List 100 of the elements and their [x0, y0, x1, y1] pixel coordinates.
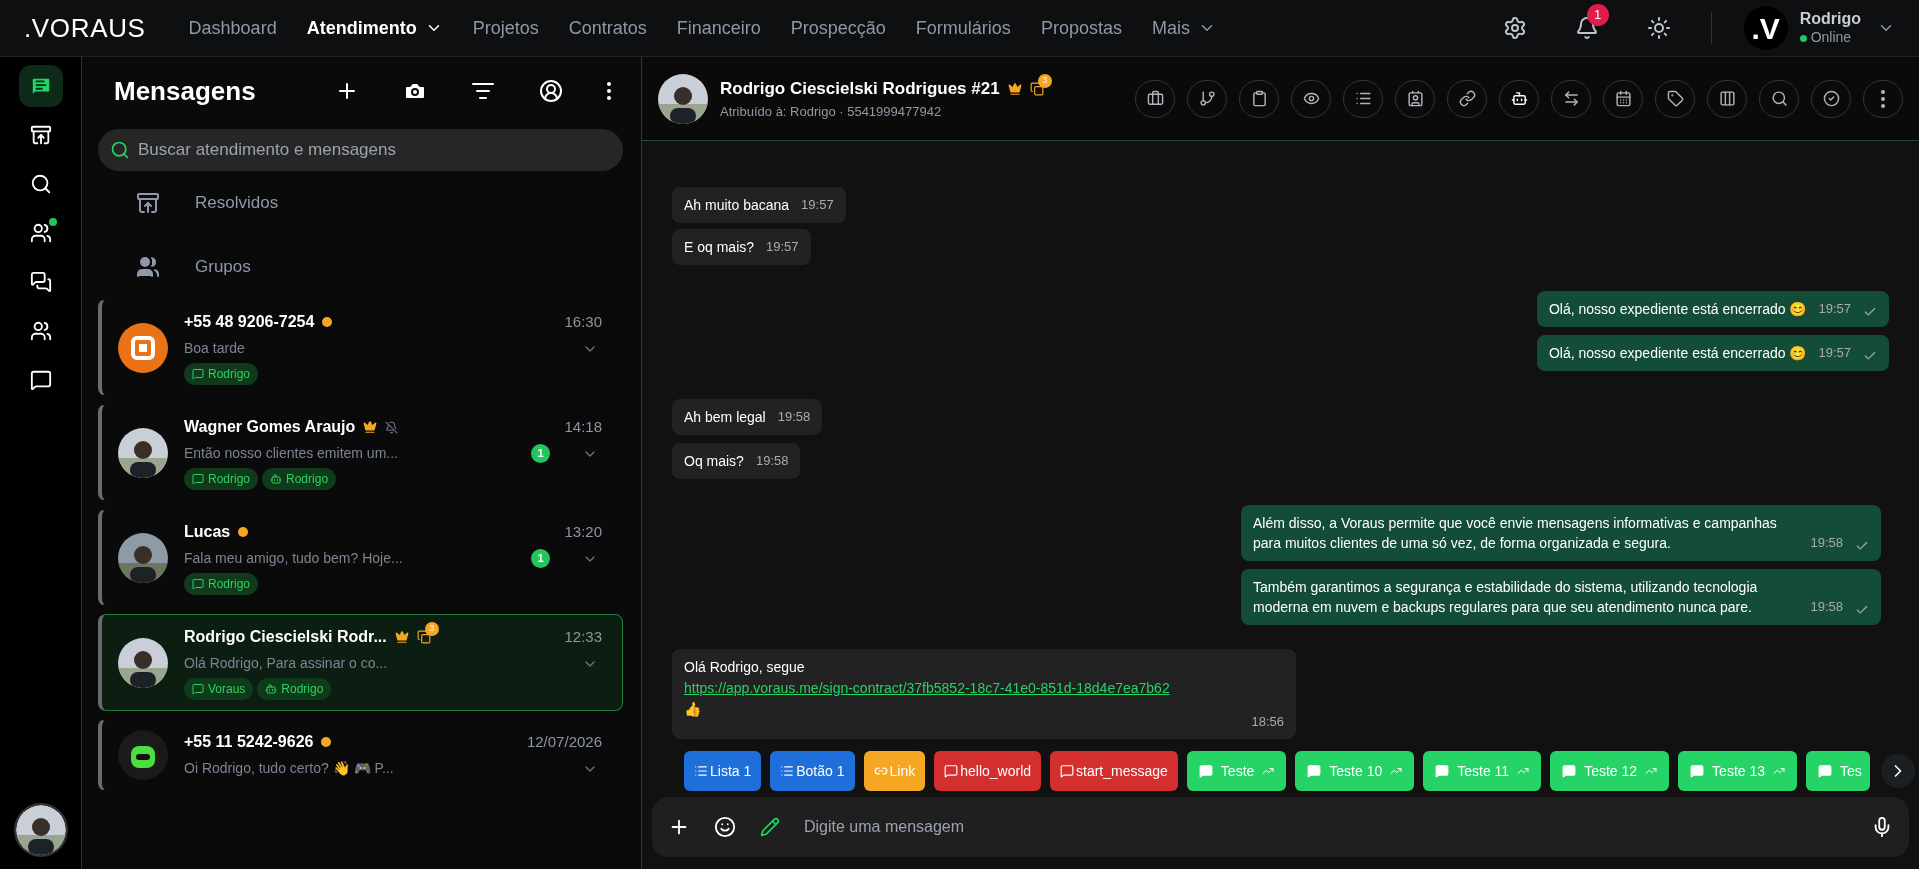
unread-badge: 1 — [531, 549, 550, 568]
archive-icon — [136, 191, 160, 215]
message-icon — [1307, 764, 1322, 778]
people-icon — [136, 255, 160, 279]
conversation-time: 13:20 — [564, 521, 602, 542]
conversation-time: 14:18 — [564, 416, 602, 437]
quick-reply-button[interactable]: start_message — [1050, 751, 1178, 791]
nav-link[interactable]: Formulários — [900, 14, 1026, 42]
message-field[interactable]: Digite uma mensagem — [652, 797, 1909, 857]
message-time: 19:57 — [766, 238, 799, 256]
message-time: 19:57 — [1818, 344, 1851, 362]
nav-link[interactable]: Contratos — [553, 14, 662, 42]
files-icon — [416, 630, 431, 644]
profile-icon[interactable] — [539, 79, 563, 103]
message-text: Também garantimos a segurança e estabilidade do sistema, utilizando tecnologia moderna em nuvem e backups regulares para que seu atendimento nunca pare. — [1253, 577, 1759, 617]
user-status: Online — [1810, 29, 1852, 47]
tag-icon — [1666, 90, 1684, 107]
conversation-item[interactable]: +55 48 9206-7254 16:30 Boa tarde Rodrigo — [98, 299, 623, 396]
folder-item[interactable]: Grupos — [98, 235, 623, 299]
transfer-icon — [1562, 90, 1580, 107]
nav-link[interactable]: Atendimento — [291, 14, 458, 42]
folder-item[interactable]: Resolvidos — [98, 171, 623, 235]
trend-icon — [1773, 765, 1786, 777]
trend-icon — [1517, 765, 1530, 777]
unread-badge: 1 — [531, 444, 550, 463]
people-icon — [29, 222, 52, 244]
contact-name: Rodrigo Ciescielski Rodrigues #21 — [720, 78, 1000, 100]
message-text: Olá, nosso expediente está encerrado 😊 — [1548, 299, 1807, 319]
message-time: 19:58 — [1810, 534, 1843, 552]
message-text: Olá Rodrigo, segue — [684, 657, 806, 677]
message-time: 19:58 — [777, 408, 811, 426]
conversation-time: 12/07/2026 — [526, 731, 602, 752]
list-icon — [780, 764, 795, 778]
message-input[interactable]: Digite uma mensagem — [804, 815, 1847, 839]
message-time: 19:58 — [1810, 598, 1843, 616]
crown-icon — [1007, 81, 1022, 96]
robot-icon — [1510, 90, 1528, 107]
conversation-item[interactable]: Wagner Gomes Araujo 14:18 Então nosso clientes emitem um... 1 Rodrigo Rodrigo — [98, 404, 623, 501]
columns-icon — [1718, 90, 1736, 107]
message-icon — [1562, 764, 1577, 778]
branch-icon — [1198, 90, 1216, 107]
channel-tag: Rodrigo — [184, 468, 259, 490]
message-text: Oq mais? — [684, 451, 744, 471]
logo[interactable]: .VORAUS — [24, 8, 146, 48]
more-icon[interactable] — [607, 82, 611, 100]
emoji-icon[interactable] — [714, 816, 736, 838]
calendar-icon — [1614, 90, 1632, 107]
conversation-item[interactable]: Lucas 13:20 Fala meu amigo, tudo bem? Hoje... 1 Rodrigo — [98, 509, 623, 606]
contact-name: +55 48 9206-7254 — [184, 312, 315, 332]
chats-icon — [29, 271, 52, 293]
nav-link[interactable]: Dashboard — [173, 14, 292, 42]
user-avatar[interactable]: .V — [1743, 6, 1788, 50]
rail-button[interactable] — [18, 65, 63, 107]
search-input[interactable]: Buscar atendimento e mensagens — [138, 137, 611, 163]
notification-badge: 1 — [1586, 4, 1609, 26]
nav-link[interactable]: Prospecção — [775, 14, 901, 42]
conversation-item[interactable]: Rodrigo Ciescielski Rodr... 3 12:33 Olá Rodrigo, Para assinar o co... Voraus Rodrigo — [98, 614, 623, 711]
quick-reply-button[interactable]: Lista 1 — [684, 751, 762, 791]
pencil-icon[interactable] — [760, 817, 780, 837]
contact-name: Rodrigo Ciescielski Rodr... — [184, 627, 387, 647]
theme-icon[interactable] — [1646, 16, 1671, 40]
briefcase-icon — [1146, 90, 1164, 107]
channel-tag: Rodrigo — [184, 573, 259, 595]
contact-name: Lucas — [184, 522, 231, 542]
files-badge: 3 — [424, 622, 439, 636]
search-field[interactable]: Buscar atendimento e mensagens — [98, 129, 623, 171]
search-icon — [1770, 90, 1788, 107]
quick-reply-button[interactable]: hello_world — [934, 751, 1042, 791]
settings-icon[interactable] — [1502, 16, 1527, 40]
link-icon — [1458, 90, 1476, 107]
nav-link[interactable]: Financeiro — [661, 14, 776, 42]
trend-icon — [1262, 765, 1275, 777]
message-preview: Então nosso clientes emitem um... — [184, 444, 398, 463]
contact-name: +55 11 5242-9626 — [184, 732, 314, 752]
contact-card-icon — [1406, 90, 1424, 107]
nav-link[interactable]: Mais — [1136, 14, 1231, 42]
files-icon — [1029, 81, 1044, 96]
robot-icon — [270, 473, 283, 485]
check-circle-icon — [1822, 90, 1840, 107]
contact-subtitle: Atribuído à: Rodrigo · 5541999477942 — [720, 102, 943, 121]
message-text: Ah muito bacana — [684, 195, 790, 215]
nav-link[interactable]: Propostas — [1025, 14, 1137, 42]
contract-link[interactable]: https://app.voraus.me/sign-contract/37fb5852-18c7-41e0-851d-18d4e7ea7b62 — [684, 677, 1284, 699]
message-icon — [1198, 764, 1213, 778]
more-icon[interactable] — [1881, 89, 1885, 108]
muted-bell-icon — [385, 420, 399, 434]
comment-icon — [29, 369, 52, 391]
message-text: E oq mais? — [684, 237, 755, 257]
message-icon — [1435, 764, 1450, 778]
conversation-time: 12:33 — [564, 626, 602, 647]
message-icon — [1060, 764, 1075, 778]
message-preview: Olá Rodrigo, Para assinar o co... — [184, 654, 388, 673]
conversation-item[interactable]: +55 11 5242-9626 12/07/2026 Oi Rodrigo, tudo certo? 👋 🎮 P... — [98, 719, 623, 791]
trend-icon — [1390, 765, 1403, 777]
nav-link[interactable]: Projetos — [457, 14, 554, 42]
emoji: 👍 — [684, 699, 702, 719]
link-icon — [873, 764, 888, 778]
message-preview: Fala meu amigo, tudo bem? Hoje... — [184, 549, 403, 568]
quick-reply-button[interactable]: Botão 1 — [770, 751, 855, 791]
trend-icon — [1645, 765, 1658, 777]
